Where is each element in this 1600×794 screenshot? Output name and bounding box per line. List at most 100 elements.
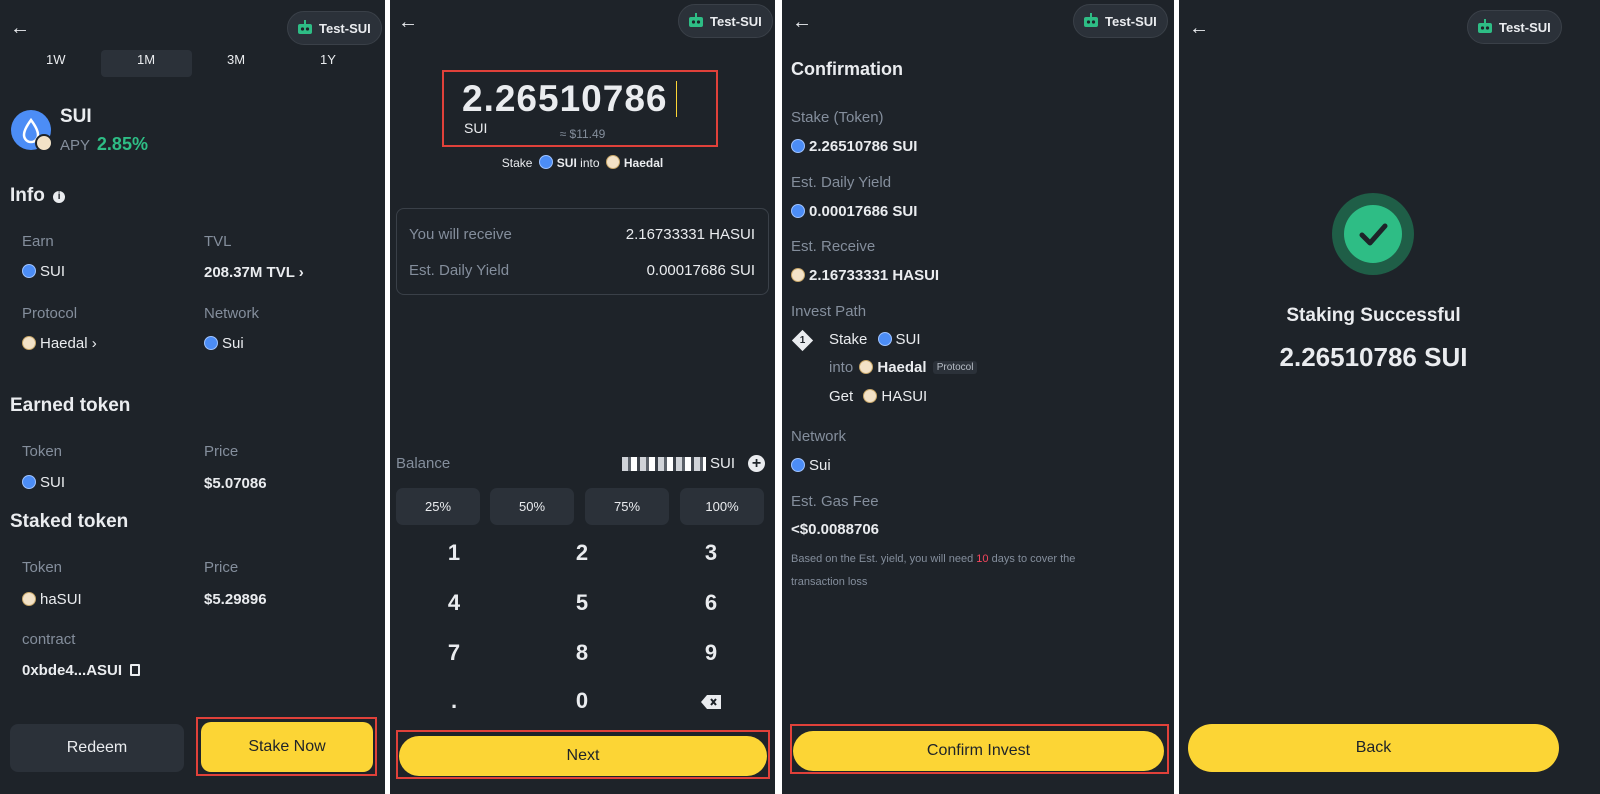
backspace-icon[interactable] <box>700 694 722 715</box>
panel-stake-amount: ← Test-SUI 2.26510786 SUI ≈ $11.49 Stake… <box>390 0 775 794</box>
key-8[interactable]: 8 <box>552 640 612 666</box>
into-word: into <box>580 156 600 170</box>
key-7[interactable]: 7 <box>424 640 484 666</box>
protocol-name: Haedal <box>623 156 664 170</box>
path-stake-word: Stake <box>829 331 868 348</box>
earn-value: SUI <box>22 263 65 280</box>
highlight-box <box>396 730 770 779</box>
key-3[interactable]: 3 <box>681 540 741 566</box>
network-label: Network <box>791 428 847 445</box>
sui-icon <box>22 264 36 278</box>
robot-icon <box>298 20 312 34</box>
gas-note: Based on the Est. yield, you will need 1… <box>791 548 1151 594</box>
stake-word: Stake <box>501 156 533 170</box>
key-decimal[interactable]: . <box>424 688 484 714</box>
back-arrow-icon[interactable]: ← <box>792 12 812 32</box>
tvl-label: TVL <box>204 233 232 250</box>
haedal-mini-icon <box>35 134 53 152</box>
key-0[interactable]: 0 <box>552 688 612 714</box>
info-icon[interactable]: i <box>53 191 66 203</box>
key-1[interactable]: 1 <box>424 540 484 566</box>
stake-label: Stake (Token) <box>791 109 884 126</box>
sui-icon <box>791 139 805 153</box>
hasui-icon <box>791 268 805 282</box>
path-stake-token: SUI <box>895 331 921 348</box>
path-get-word: Get <box>829 388 854 405</box>
info-title-text: Info <box>10 185 45 206</box>
tab-1m[interactable]: 1M <box>137 52 155 67</box>
note-days: 10 <box>976 553 989 565</box>
staked-token-title: Staked token <box>10 511 129 532</box>
note-suffix: days to cover the <box>991 553 1076 565</box>
path-get-line: Get HASUI <box>829 388 927 405</box>
sui-icon <box>791 204 805 218</box>
copy-icon[interactable] <box>130 664 141 676</box>
tab-1y[interactable]: 1Y <box>320 52 336 67</box>
staked-price-value: $5.29896 <box>204 591 267 608</box>
haedal-icon <box>605 155 620 169</box>
network-badge[interactable]: Test-SUI <box>287 11 382 45</box>
panel-pool-detail: ← Test-SUI 1W 1M 3M 1Y SUI APY 2.85% Inf… <box>0 0 385 794</box>
redeem-button[interactable]: Redeem <box>10 724 184 772</box>
key-4[interactable]: 4 <box>424 590 484 616</box>
key-6[interactable]: 6 <box>681 590 741 616</box>
tab-1w[interactable]: 1W <box>46 52 66 67</box>
protocol-label: Protocol <box>22 305 78 322</box>
tvl-value-text: 208.37M TVL <box>204 264 295 281</box>
network-badge[interactable]: Test-SUI <box>1467 10 1562 44</box>
receive-value-text: 2.16733331 HASUI <box>809 267 940 284</box>
key-2[interactable]: 2 <box>552 540 612 566</box>
stake-token: SUI <box>556 156 577 170</box>
staked-token-value: haSUI <box>22 591 82 608</box>
percent-100-button[interactable]: 100% <box>680 488 764 525</box>
backspace-glyph <box>701 695 721 709</box>
yield-label: Est. Daily Yield <box>409 262 510 279</box>
gas-label: Est. Gas Fee <box>791 493 879 510</box>
protocol-value[interactable]: Haedal › <box>22 335 97 352</box>
token-name: SUI <box>60 106 92 127</box>
contract-label: contract <box>22 631 76 648</box>
gas-value: <$0.0088706 <box>791 521 880 538</box>
invest-path-label: Invest Path <box>791 303 867 320</box>
robot-icon <box>1478 19 1492 33</box>
yield-value: 0.00017686 SUI <box>791 203 917 220</box>
path-get-token: HASUI <box>881 388 928 405</box>
hasui-icon <box>863 389 878 403</box>
success-amount: 2.26510786 SUI <box>1279 342 1468 372</box>
balance-label: Balance <box>396 455 451 472</box>
back-arrow-icon[interactable]: ← <box>1189 18 1209 38</box>
sui-icon <box>22 475 36 489</box>
tvl-value[interactable]: 208.37M TVL › <box>204 264 304 281</box>
tab-3m[interactable]: 3M <box>227 52 245 67</box>
success-check-icon <box>1332 193 1414 275</box>
path-into-line: into Haedal Protocol <box>829 359 978 376</box>
add-funds-icon[interactable]: + <box>748 455 765 472</box>
earned-token-value-text: SUI <box>40 474 66 491</box>
back-arrow-icon[interactable]: ← <box>398 12 418 32</box>
percent-50-button[interactable]: 50% <box>490 488 574 525</box>
yield-value: 0.00017686 SUI <box>646 262 755 279</box>
back-arrow-icon[interactable]: ← <box>10 18 30 38</box>
network-value: Sui <box>204 335 244 352</box>
network-badge-label: Test-SUI <box>1105 13 1157 29</box>
earned-price-label: Price <box>204 443 239 460</box>
contract-value[interactable]: 0xbde4...ASUI <box>22 662 141 679</box>
path-into-word: into <box>829 359 854 376</box>
back-button[interactable]: Back <box>1188 724 1559 772</box>
path-protocol: Haedal <box>877 359 927 376</box>
network-badge[interactable]: Test-SUI <box>678 4 773 38</box>
key-9[interactable]: 9 <box>681 640 741 666</box>
network-badge[interactable]: Test-SUI <box>1073 4 1168 38</box>
earned-token-title: Earned token <box>10 395 131 416</box>
chevron-right-icon: › <box>298 264 304 281</box>
contract-value-text: 0xbde4...ASUI <box>22 662 123 679</box>
key-5[interactable]: 5 <box>552 590 612 616</box>
path-stake-line: Stake SUI <box>829 331 921 348</box>
success-title: Staking Successful <box>1286 305 1461 326</box>
balance-redacted <box>622 457 706 471</box>
note-line2: transaction loss <box>791 576 868 588</box>
sui-icon <box>791 458 805 472</box>
percent-75-button[interactable]: 75% <box>585 488 669 525</box>
receive-label: Est. Receive <box>791 238 876 255</box>
percent-25-button[interactable]: 25% <box>396 488 480 525</box>
